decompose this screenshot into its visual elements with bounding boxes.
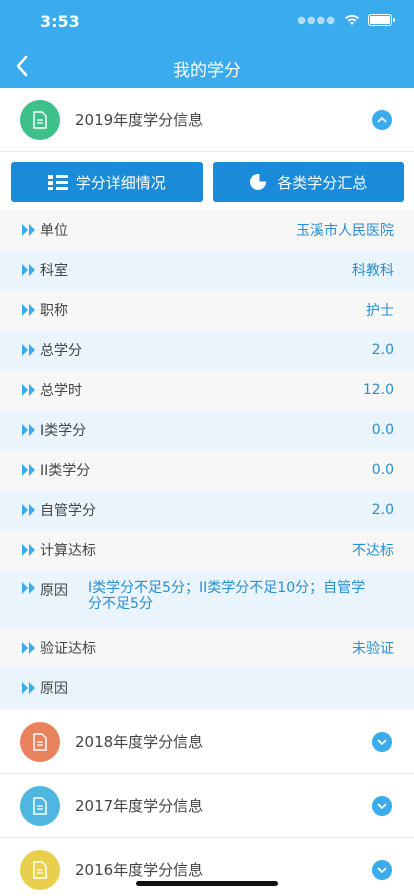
detail-value: 0.0 bbox=[371, 462, 394, 478]
detail-label: 原因 bbox=[40, 583, 68, 599]
year-section-header[interactable]: 2017年度学分信息 bbox=[0, 774, 414, 838]
year-section-title: 2016年度学分信息 bbox=[75, 861, 204, 879]
detail-row-class2-credits: II类学分 0.0 bbox=[0, 450, 414, 490]
detail-value: 0.0 bbox=[371, 422, 394, 438]
chevron-up-icon[interactable] bbox=[372, 109, 392, 130]
detail-label: 总学时 bbox=[40, 383, 82, 399]
detail-row-total-credits: 总学分 2.0 bbox=[0, 330, 414, 370]
arrow-icon bbox=[22, 344, 28, 356]
status-time: 3:53 bbox=[40, 12, 80, 31]
detail-value: 护士 bbox=[366, 303, 394, 319]
list-icon bbox=[47, 175, 68, 190]
document-icon bbox=[20, 849, 60, 890]
arrow-icon bbox=[22, 384, 28, 396]
year-section-title: 2019年度学分信息 bbox=[75, 111, 204, 129]
detail-row-department: 科室 科教科 bbox=[0, 250, 414, 290]
chevron-down-icon[interactable] bbox=[372, 795, 392, 816]
year-section-2016: 2016年度学分信息 bbox=[0, 838, 414, 896]
battery-icon bbox=[368, 14, 395, 26]
detail-label: I类学分 bbox=[40, 423, 87, 439]
document-icon bbox=[20, 99, 60, 140]
detail-label: 自管学分 bbox=[40, 503, 96, 519]
credit-detail-list: 单位 玉溪市人民医院 科室 科教科 职称 护士 总学分 2.0 总学时 12.0… bbox=[0, 210, 414, 708]
arrow-icon bbox=[22, 304, 28, 316]
detail-label: 单位 bbox=[40, 223, 68, 239]
detail-label: 职称 bbox=[40, 303, 68, 319]
detail-value: 2.0 bbox=[371, 502, 394, 518]
detail-row-total-hours: 总学时 12.0 bbox=[0, 370, 414, 410]
year-section-title: 2017年度学分信息 bbox=[75, 797, 204, 815]
detail-row-verify-status: 验证达标 未验证 bbox=[0, 628, 414, 668]
credit-summary-button[interactable]: 各类学分汇总 bbox=[212, 162, 404, 202]
arrow-icon bbox=[22, 582, 28, 594]
year-section-2017: 2017年度学分信息 bbox=[0, 774, 414, 838]
detail-value: 12.0 bbox=[362, 382, 394, 398]
detail-row-reason: 原因 I类学分不足5分；II类学分不足10分；自管学分不足5分 bbox=[0, 570, 414, 628]
detail-row-class1-credits: I类学分 0.0 bbox=[0, 410, 414, 450]
detail-value: 未验证 bbox=[352, 641, 394, 657]
detail-value: 不达标 bbox=[352, 543, 394, 559]
detail-row-calc-status: 计算达标 不达标 bbox=[0, 530, 414, 570]
arrow-icon bbox=[22, 544, 28, 556]
detail-value: 科教科 bbox=[352, 263, 394, 279]
year-section-2018: 2018年度学分信息 bbox=[0, 710, 414, 774]
arrow-icon bbox=[22, 224, 28, 236]
pie-chart-icon bbox=[250, 173, 269, 190]
detail-row-unit: 单位 玉溪市人民医院 bbox=[0, 210, 414, 250]
detail-value: 玉溪市人民医院 bbox=[296, 223, 394, 239]
chevron-down-icon[interactable] bbox=[372, 731, 392, 752]
detail-row-title: 职称 护士 bbox=[0, 290, 414, 330]
detail-label: 总学分 bbox=[40, 343, 82, 359]
detail-label: 科室 bbox=[40, 263, 68, 279]
arrow-icon bbox=[22, 682, 28, 694]
year-section-header[interactable]: 2019年度学分信息 bbox=[0, 88, 414, 152]
year-section-header[interactable]: 2018年度学分信息 bbox=[0, 710, 414, 774]
credit-detail-button[interactable]: 学分详细情况 bbox=[11, 162, 203, 202]
detail-label: 计算达标 bbox=[40, 543, 96, 559]
detail-value: 2.0 bbox=[371, 342, 394, 358]
action-button-row: 学分详细情况 各类学分汇总 bbox=[0, 152, 414, 210]
detail-value: I类学分不足5分；II类学分不足10分；自管学分不足5分 bbox=[88, 580, 366, 612]
wifi-icon bbox=[345, 14, 359, 25]
year-section-title: 2018年度学分信息 bbox=[75, 733, 204, 751]
credit-summary-label: 各类学分汇总 bbox=[277, 173, 368, 192]
signal-icon: ●●●● bbox=[297, 14, 336, 26]
detail-row-verify-reason: 原因 bbox=[0, 668, 414, 708]
detail-label: II类学分 bbox=[40, 463, 91, 479]
year-section-2019: 2019年度学分信息 学分详细情况 各类学分汇总 单位 玉溪市人民医院 科室 科… bbox=[0, 88, 414, 708]
arrow-icon bbox=[22, 264, 28, 276]
document-icon bbox=[20, 721, 60, 762]
arrow-icon bbox=[22, 424, 28, 436]
arrow-icon bbox=[22, 464, 28, 476]
credit-detail-label: 学分详细情况 bbox=[75, 173, 166, 192]
home-indicator[interactable] bbox=[136, 881, 278, 886]
page-title: 我的学分 bbox=[173, 61, 241, 81]
app-header: 3:53 ●●●● 我的学分 bbox=[0, 0, 414, 88]
arrow-icon bbox=[22, 642, 28, 654]
detail-label: 原因 bbox=[40, 681, 68, 697]
detail-row-self-credits: 自管学分 2.0 bbox=[0, 490, 414, 530]
document-icon bbox=[20, 785, 60, 826]
chevron-down-icon[interactable] bbox=[372, 859, 392, 880]
status-icons: ●●●● bbox=[297, 14, 395, 26]
year-section-header[interactable]: 2016年度学分信息 bbox=[0, 838, 414, 896]
detail-label: 验证达标 bbox=[40, 641, 96, 657]
arrow-icon bbox=[22, 504, 28, 516]
